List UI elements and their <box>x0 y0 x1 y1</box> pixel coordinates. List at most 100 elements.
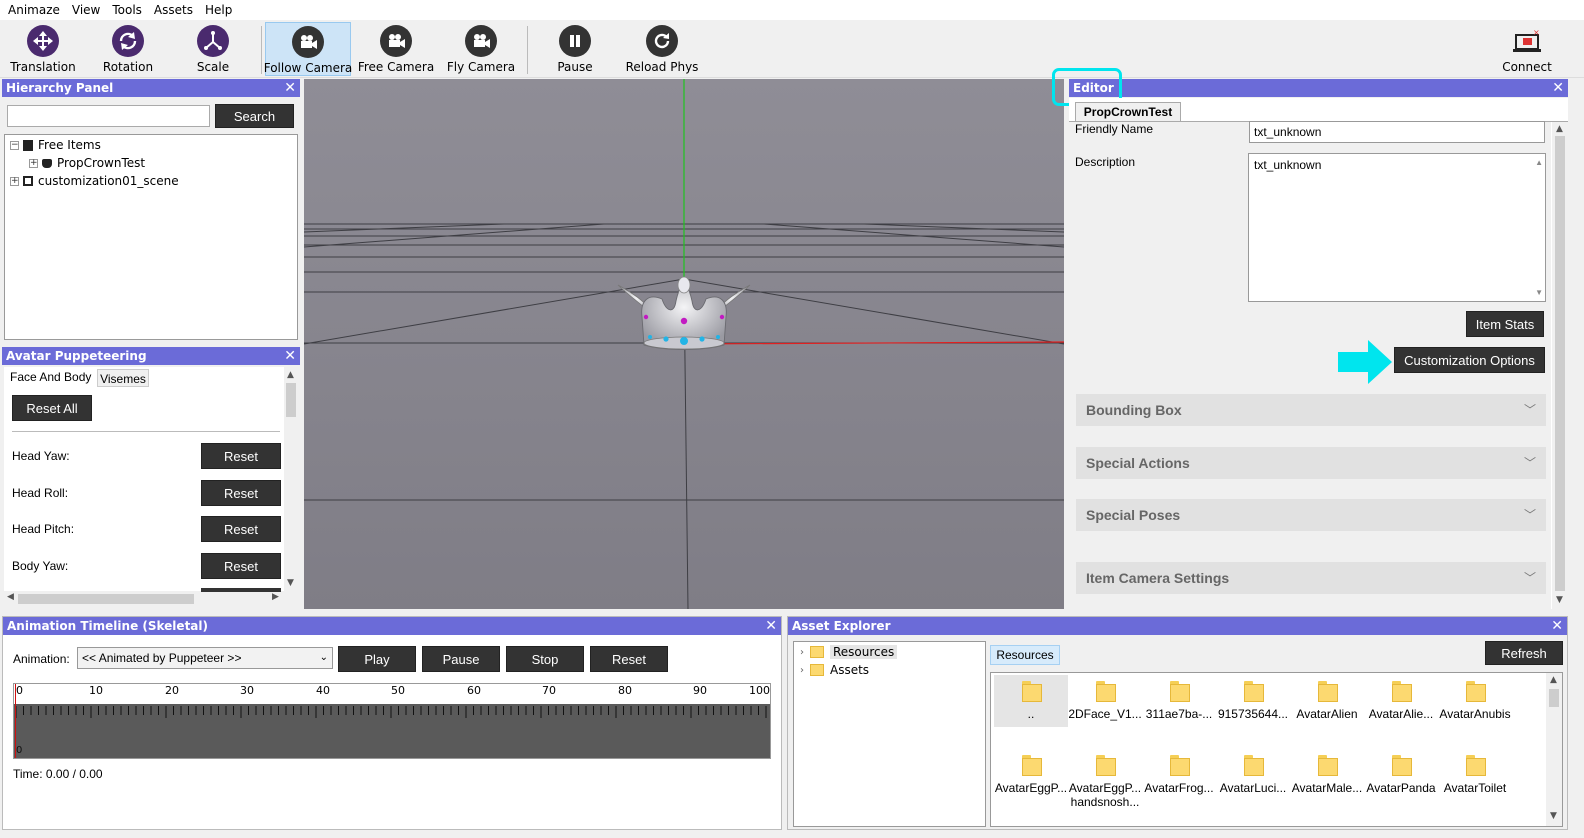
puppeteering-vertical-scrollbar[interactable]: ▲ ▼ <box>284 367 298 591</box>
asset-item[interactable]: 311ae7ba-... <box>1142 679 1216 721</box>
asset-item[interactable]: AvatarEggP... <box>994 753 1068 795</box>
asset-item[interactable]: AvatarLuci... <box>1216 753 1290 795</box>
asset-item[interactable]: AvatarToilet <box>1438 753 1512 795</box>
scroll-up-icon[interactable]: ▲ <box>1535 158 1543 167</box>
timeline-reset-button[interactable]: Reset <box>590 646 668 672</box>
expand-chevron-icon[interactable]: › <box>800 647 804 658</box>
rotation-button[interactable]: Rotation <box>93 22 163 76</box>
menu-tools[interactable]: Tools <box>106 0 148 20</box>
asset-item-parent[interactable]: .. <box>994 675 1068 727</box>
special-actions-section[interactable]: Special Actions ﹀ <box>1076 447 1546 479</box>
asset-item[interactable]: AvatarAnubis <box>1438 679 1512 721</box>
scroll-up-icon[interactable]: ▲ <box>1550 675 1557 685</box>
close-icon[interactable]: ✕ <box>284 79 296 97</box>
reload-icon <box>646 25 678 57</box>
asset-item[interactable]: AvatarFrog... <box>1142 753 1216 795</box>
scroll-thumb[interactable] <box>286 383 296 417</box>
asset-item[interactable]: AvatarMale... <box>1290 753 1364 795</box>
folder-icon <box>1168 753 1190 776</box>
reload-phys-button[interactable]: Reload Phys <box>622 22 702 76</box>
collapse-icon[interactable]: − <box>10 140 19 150</box>
timeline-track[interactable]: 0 10 20 30 40 50 60 70 80 90 100 0 <box>13 683 771 759</box>
translation-button[interactable]: Translation <box>8 22 78 76</box>
tab-propcrowntest[interactable]: PropCrownTest <box>1075 102 1181 122</box>
scroll-left-icon[interactable]: ◀ <box>7 592 14 602</box>
hierarchy-search-input[interactable] <box>7 105 210 127</box>
reset-all-button[interactable]: Reset All <box>12 395 92 421</box>
item-camera-settings-section[interactable]: Item Camera Settings ﹀ <box>1076 562 1546 594</box>
head-pitch-reset-button[interactable]: Reset <box>201 516 281 542</box>
tab-visemes[interactable]: Visemes <box>97 369 149 387</box>
scroll-down-icon[interactable]: ▼ <box>1550 811 1557 821</box>
scroll-down-icon[interactable]: ▼ <box>1535 288 1543 297</box>
expand-icon[interactable]: + <box>29 158 38 168</box>
asset-item[interactable]: AvatarAlien <box>1290 679 1364 721</box>
scroll-right-icon[interactable]: ▶ <box>272 592 279 602</box>
tree-item-customization-scene[interactable]: + customization01_scene <box>10 172 179 190</box>
refresh-button[interactable]: Refresh <box>1485 641 1563 665</box>
friendly-name-input[interactable] <box>1249 121 1545 143</box>
asset-tree-resources[interactable]: › Resources <box>800 643 898 661</box>
asset-item[interactable]: AvatarAlie... <box>1364 679 1438 721</box>
head-pitch-label: Head Pitch: <box>12 522 75 536</box>
animation-select-value: << Animated by Puppeteer >> <box>82 651 242 665</box>
tree-item-propcrowntest[interactable]: + PropCrownTest <box>29 154 145 172</box>
asset-item[interactable]: 915735644... <box>1216 679 1290 721</box>
free-camera-button[interactable]: Free Camera <box>355 22 437 76</box>
folder-icon <box>1094 679 1116 702</box>
close-icon[interactable]: ✕ <box>1552 79 1564 97</box>
scroll-up-icon[interactable]: ▲ <box>287 370 294 380</box>
editor-vertical-scrollbar[interactable]: ▲ ▼ <box>1552 122 1568 609</box>
scroll-thumb[interactable] <box>1549 689 1559 707</box>
breadcrumb-resources[interactable]: Resources <box>990 645 1060 665</box>
chevron-down-icon: ﹀ <box>1523 403 1536 417</box>
head-roll-reset-button[interactable]: Reset <box>201 480 281 506</box>
scroll-thumb[interactable] <box>1555 136 1565 591</box>
special-poses-section[interactable]: Special Poses ﹀ <box>1076 499 1546 531</box>
item-stats-button[interactable]: Item Stats <box>1466 311 1544 337</box>
bounding-box-section[interactable]: Bounding Box ﹀ <box>1076 394 1546 426</box>
head-yaw-reset-button[interactable]: Reset <box>201 443 281 469</box>
asset-item[interactable]: 2DFace_V1... <box>1068 679 1142 721</box>
timeline-play-button[interactable]: Play <box>338 646 416 672</box>
pause-button[interactable]: Pause <box>540 22 610 76</box>
3d-viewport[interactable] <box>304 79 1064 609</box>
customization-options-button[interactable]: Customization Options <box>1394 347 1545 373</box>
asset-name: AvatarAlie... <box>1368 707 1434 721</box>
close-icon[interactable]: ✕ <box>1551 617 1563 635</box>
scale-button[interactable]: Scale <box>178 22 248 76</box>
tree-item-free-items[interactable]: − Free Items <box>10 136 101 154</box>
menu-animaze[interactable]: Animaze <box>2 0 66 20</box>
asset-item[interactable]: AvatarPanda <box>1364 753 1438 795</box>
tab-face-and-body[interactable]: Face And Body <box>4 367 96 387</box>
close-icon[interactable]: ✕ <box>284 347 296 365</box>
menu-help[interactable]: Help <box>199 0 238 20</box>
asset-item[interactable]: AvatarEggP... handsnosh... <box>1068 753 1142 809</box>
puppeteering-content: Face And Body Visemes Reset All Head Yaw… <box>4 367 284 592</box>
scroll-up-icon[interactable]: ▲ <box>1556 124 1563 134</box>
asset-tree-assets[interactable]: › Assets <box>800 661 869 679</box>
connect-button[interactable]: × Connect <box>1496 22 1558 76</box>
folder-icon <box>1094 753 1116 776</box>
asset-grid-scrollbar[interactable]: ▲ ▼ <box>1546 673 1562 826</box>
expand-chevron-icon[interactable]: › <box>800 665 804 676</box>
scroll-thumb[interactable] <box>18 594 194 604</box>
animation-select[interactable]: << Animated by Puppeteer >> ⌄ <box>77 647 333 669</box>
puppeteering-horizontal-scrollbar[interactable]: ◀ ▶ <box>4 592 284 606</box>
hierarchy-search-button[interactable]: Search <box>215 104 294 128</box>
group-icon <box>23 139 33 151</box>
description-textarea[interactable]: txt_unknown ▲ ▼ <box>1248 153 1546 302</box>
body-yaw-label: Body Yaw: <box>12 559 69 573</box>
menu-view[interactable]: View <box>66 0 106 20</box>
scroll-down-icon[interactable]: ▼ <box>1556 595 1563 605</box>
fly-camera-button[interactable]: Fly Camera <box>441 22 521 76</box>
scroll-down-icon[interactable]: ▼ <box>287 578 294 588</box>
timeline-stop-button[interactable]: Stop <box>506 646 584 672</box>
follow-camera-button[interactable]: Follow Camera <box>264 22 352 76</box>
timeline-pause-button[interactable]: Pause <box>422 646 500 672</box>
close-icon[interactable]: ✕ <box>765 617 777 635</box>
menu-assets[interactable]: Assets <box>148 0 199 20</box>
body-yaw-reset-button[interactable]: Reset <box>201 553 281 579</box>
asset-name: AvatarEggP... <box>994 781 1068 795</box>
expand-icon[interactable]: + <box>10 176 19 186</box>
